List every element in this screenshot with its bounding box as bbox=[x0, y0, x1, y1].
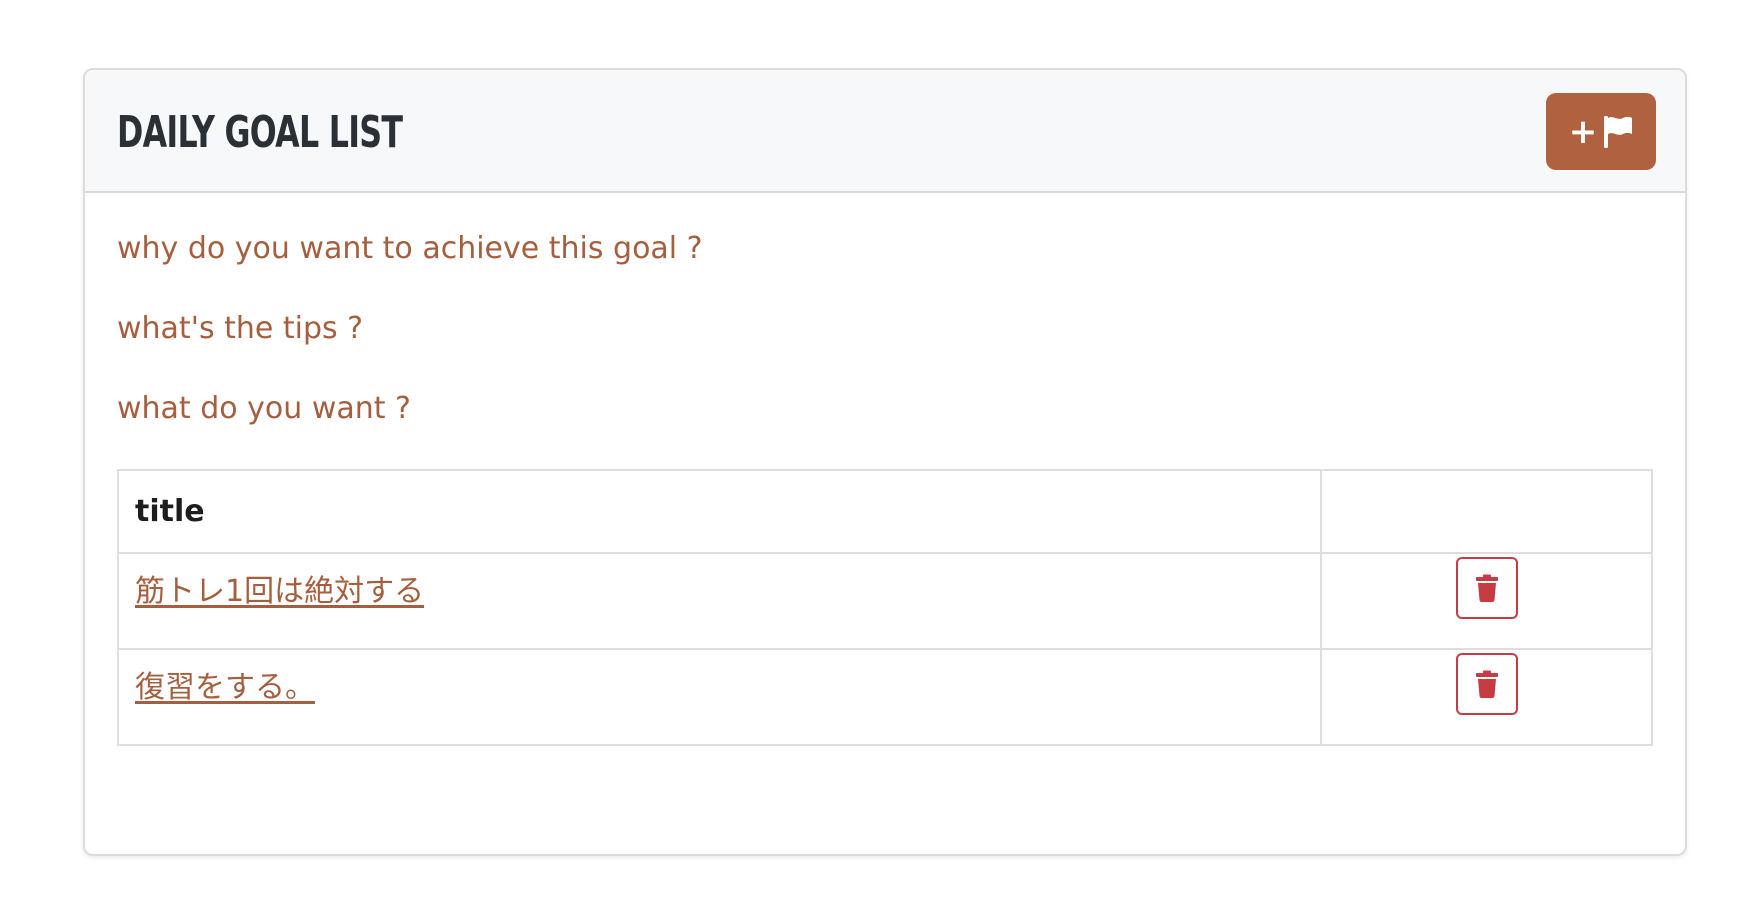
goal-title-cell: 復習をする。 bbox=[117, 648, 1322, 746]
trash-icon bbox=[1475, 670, 1498, 698]
goal-link[interactable]: 筋トレ1回は絶対する bbox=[135, 574, 424, 609]
page-title: DAILY GOAL LIST bbox=[117, 107, 403, 158]
column-header-actions bbox=[1320, 469, 1653, 554]
delete-goal-button[interactable] bbox=[1455, 557, 1518, 619]
question-want: what do you want ? bbox=[117, 391, 411, 426]
question-why: why do you want to achieve this goal ? bbox=[117, 231, 703, 266]
table-row: 筋トレ1回は絶対する bbox=[117, 552, 1653, 650]
delete-goal-button[interactable] bbox=[1455, 653, 1518, 715]
card-header: DAILY GOAL LIST + bbox=[85, 70, 1685, 193]
question-tips: what's the tips ? bbox=[117, 311, 364, 346]
goal-list-card: DAILY GOAL LIST + why do you want to ach… bbox=[83, 68, 1687, 856]
flag-icon bbox=[1603, 115, 1633, 149]
goal-action-cell bbox=[1320, 648, 1653, 746]
table-row: 復習をする。 bbox=[117, 648, 1653, 746]
plus-icon: + bbox=[1568, 111, 1598, 152]
table-header-row: title bbox=[117, 469, 1653, 554]
goals-table: title 筋トレ1回は絶対する 復習をする。 bbox=[117, 469, 1653, 746]
trash-icon bbox=[1475, 574, 1498, 602]
goal-title-cell: 筋トレ1回は絶対する bbox=[117, 552, 1322, 650]
goal-link[interactable]: 復習をする。 bbox=[135, 670, 315, 705]
goal-action-cell bbox=[1320, 552, 1653, 650]
add-goal-button[interactable]: + bbox=[1546, 93, 1656, 170]
column-header-title: title bbox=[117, 469, 1322, 554]
